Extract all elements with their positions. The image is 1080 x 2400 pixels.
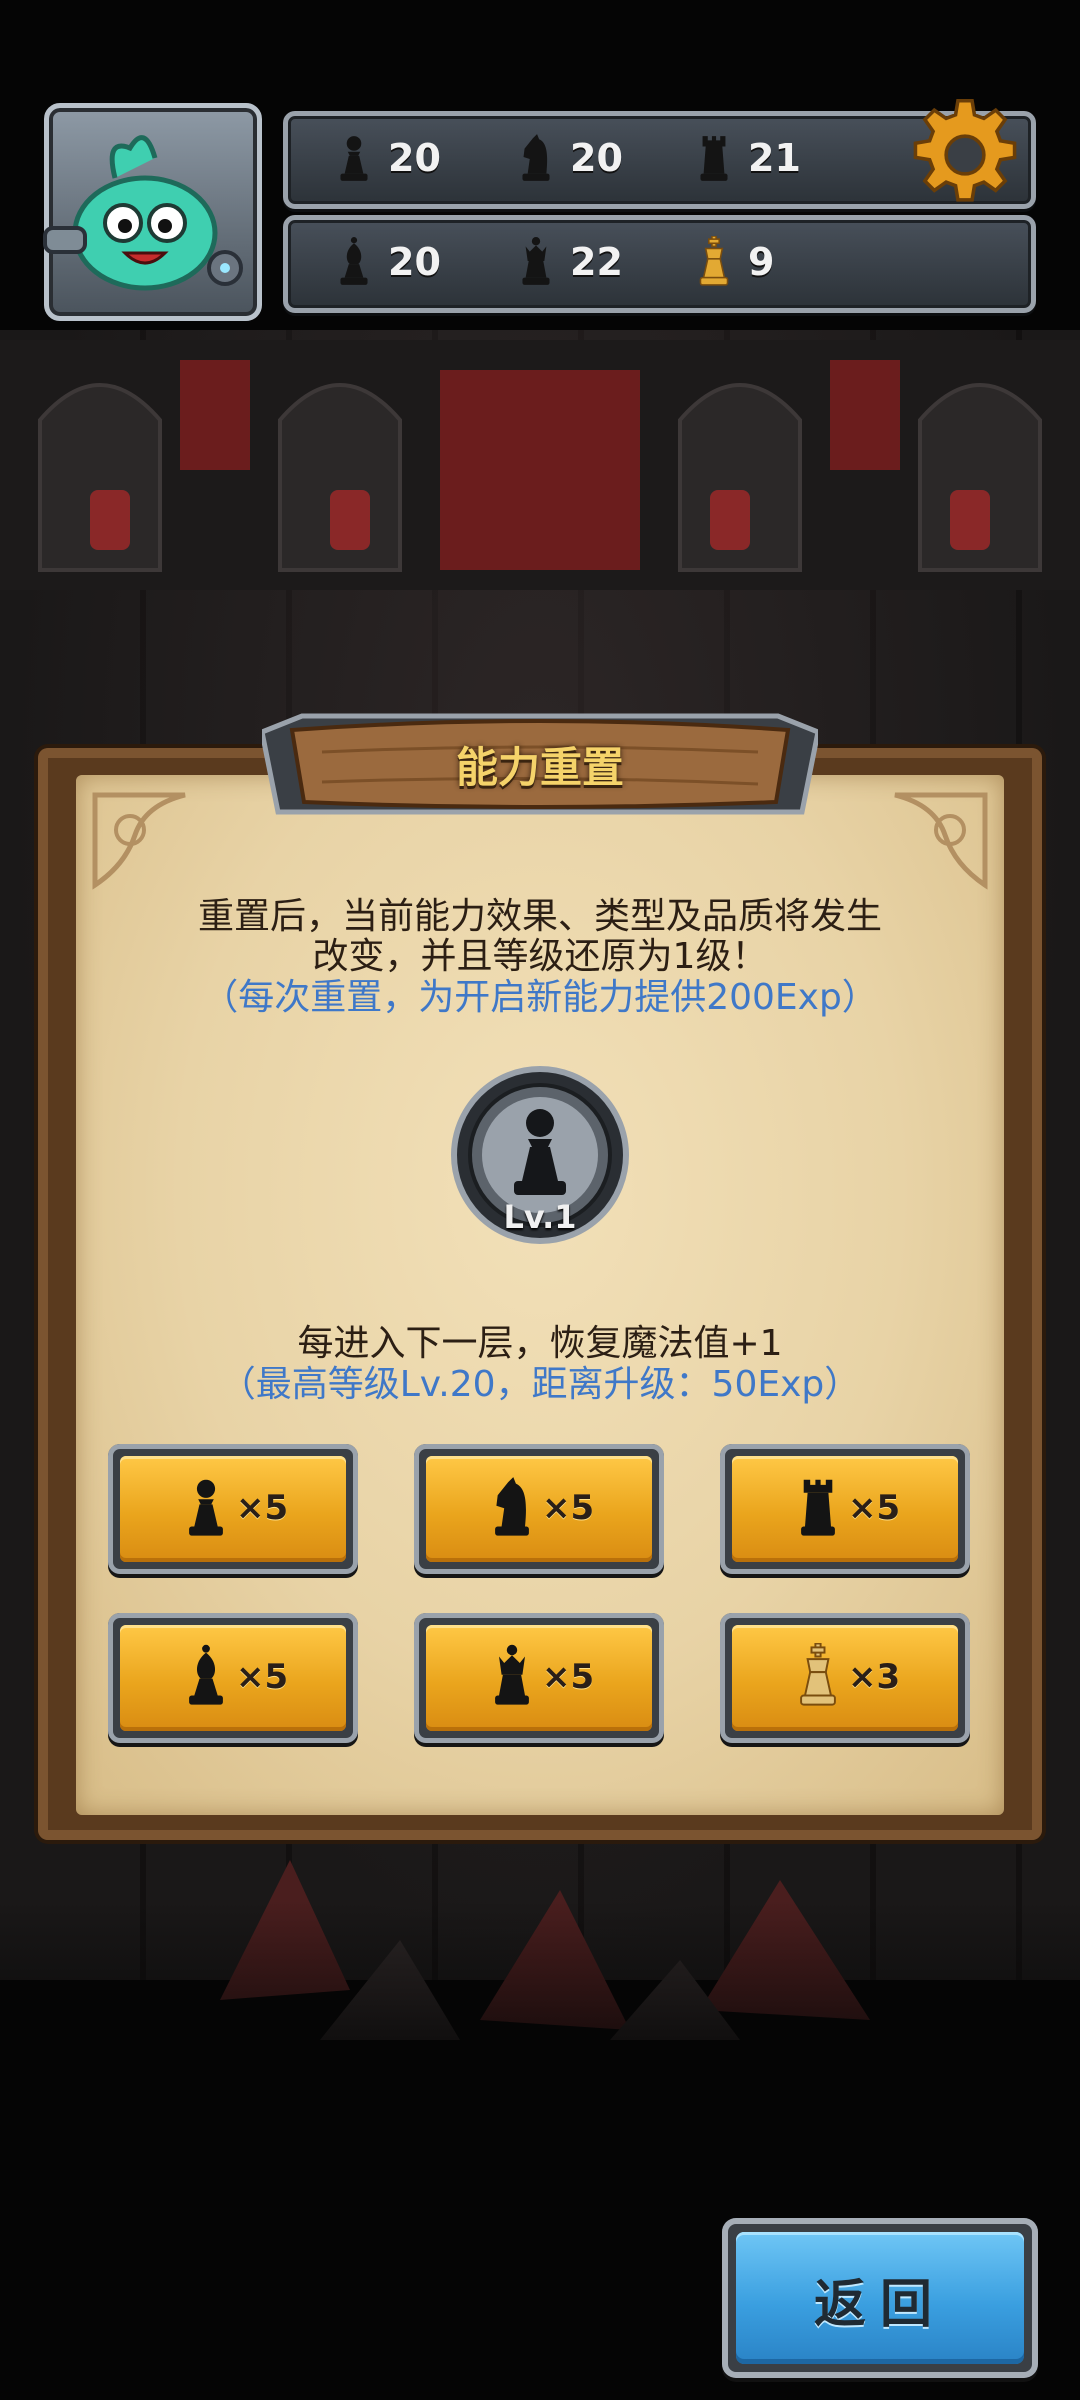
reset-description-line2: 改变，并且等级还原为1级！ [312, 936, 768, 977]
queen-icon [486, 1643, 538, 1709]
button-face [732, 1625, 958, 1731]
ability-effect: 每进入下一层，恢复魔法值+1 [297, 1323, 783, 1364]
stat-queen-value: 22 [570, 240, 623, 284]
stat-knight: 20 [514, 132, 623, 184]
button-face [120, 1625, 346, 1731]
reset-knight-button[interactable]: ×5 [414, 1444, 664, 1574]
reset-exp-note: （每次重置，为开启新能力提供200Exp） [202, 977, 878, 1018]
stat-pawn-value: 20 [388, 136, 441, 180]
player-avatar[interactable] [43, 103, 262, 321]
cost-qty: ×5 [542, 1488, 595, 1528]
stat-bishop-value: 20 [388, 240, 441, 284]
back-button[interactable]: 返回 [722, 2218, 1038, 2378]
cost-qty: ×5 [236, 1657, 289, 1697]
stat-bishop: 20 [332, 236, 441, 288]
gold-king-icon [692, 236, 736, 288]
button-face [426, 1625, 652, 1731]
corner-ornament [92, 792, 186, 890]
ability-level-note: （最高等级Lv.20，距离升级：50Exp） [219, 1364, 861, 1405]
cost-qty: ×5 [542, 1657, 595, 1697]
castle-arches-decoration [0, 340, 1080, 590]
button-face [732, 1456, 958, 1562]
back-button-label: 返回 [813, 2275, 946, 2335]
reset-description-line1: 重置后，当前能力效果、类型及品质将发生 [197, 896, 882, 937]
reset-bishop-button[interactable]: ×5 [108, 1613, 358, 1743]
knight-icon [514, 132, 558, 184]
dialog-title: 能力重置 [455, 743, 624, 792]
rook-icon [692, 132, 736, 184]
bishop-icon [180, 1643, 232, 1709]
queen-icon [514, 236, 558, 288]
stat-rook-value: 21 [748, 136, 801, 180]
ability-level: Lv.1 [503, 1198, 577, 1236]
button-face [426, 1456, 652, 1562]
resource-bar-bottom: 20 22 9 [283, 215, 1036, 313]
stat-gold-king: 9 [692, 236, 774, 288]
gear-icon[interactable] [906, 96, 1024, 214]
rook-icon [792, 1474, 844, 1540]
stat-pawn: 20 [332, 132, 441, 184]
pawn-icon [332, 132, 376, 184]
bishop-icon [332, 236, 376, 288]
corner-ornament [894, 792, 988, 890]
reset-gold-king-button[interactable]: ×3 [720, 1613, 970, 1743]
gold-king-icon [792, 1643, 844, 1709]
slime-character-icon [43, 135, 243, 291]
button-face [120, 1456, 346, 1562]
stat-rook: 21 [692, 132, 801, 184]
reset-queen-button[interactable]: ×5 [414, 1613, 664, 1743]
reset-rook-button[interactable]: ×5 [720, 1444, 970, 1574]
cost-qty: ×5 [236, 1488, 289, 1528]
cost-qty: ×3 [848, 1657, 901, 1697]
stat-queen: 22 [514, 236, 623, 288]
stat-gold-king-value: 9 [748, 240, 775, 284]
reset-pawn-button[interactable]: ×5 [108, 1444, 358, 1574]
pawn-icon [180, 1474, 232, 1540]
stat-knight-value: 20 [570, 136, 623, 180]
knight-icon [486, 1474, 538, 1540]
cost-qty: ×5 [848, 1488, 901, 1528]
